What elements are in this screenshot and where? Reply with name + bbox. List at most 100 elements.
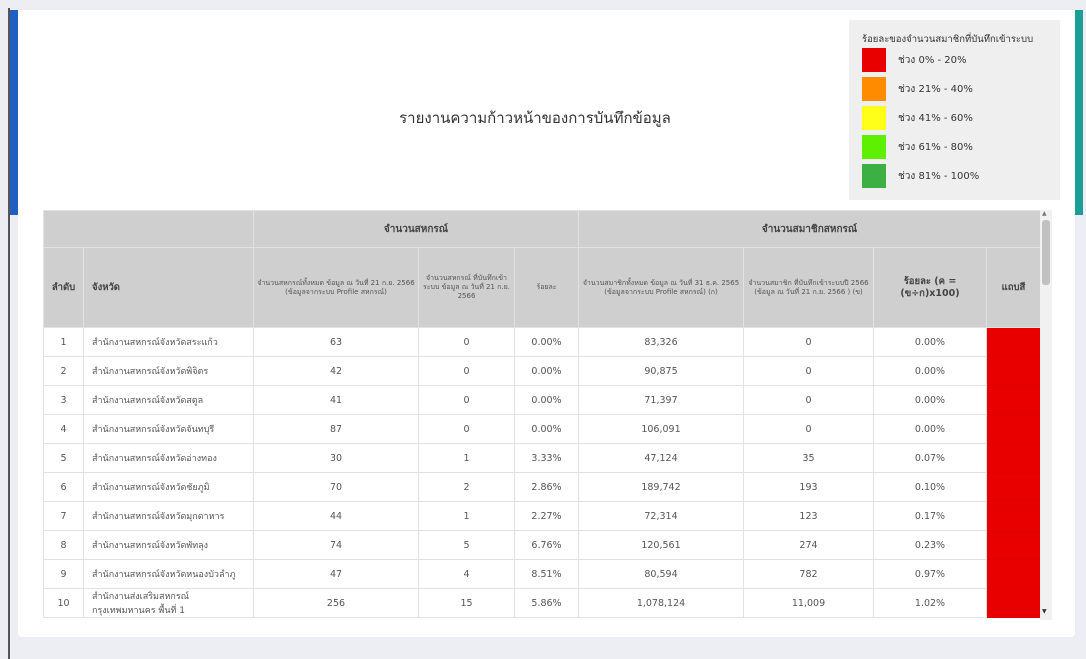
cell-color-bar	[986, 327, 1040, 357]
cell-province: สำนักงานสหกรณ์จังหวัดจันทบุรี	[83, 414, 254, 444]
cell-member-total: 1,078,124	[578, 588, 744, 618]
legend-swatch	[862, 77, 886, 101]
cell-province: สำนักงานสหกรณ์จังหวัดสตูล	[83, 385, 254, 415]
table-row: 7 สำนักงานสหกรณ์จังหวัดมุกดาหาร 44 1 2.27% 72…	[43, 501, 1040, 531]
cell-member-pct: 0.97%	[873, 559, 987, 589]
col-header-member-total[interactable]: จำนวนสมาชิกทั้งหมด ข้อมูล ณ วันที่ 31 ธ.…	[578, 247, 744, 328]
cell-no: 9	[43, 559, 84, 589]
col-header-coop-total[interactable]: จำนวนสหกรณ์ทั้งหมด ข้อมูล ณ วันที่ 21 ก.…	[253, 247, 419, 328]
cell-coop-total: 74	[253, 530, 419, 560]
table-row: 9 สำนักงานสหกรณ์จังหวัดหนองบัวลำภู 47 4 8.51…	[43, 559, 1040, 589]
cell-member-pct: 0.07%	[873, 443, 987, 473]
legend-label: ช่วง 0% - 20%	[898, 55, 967, 66]
cell-coop-recorded: 0	[418, 414, 515, 444]
cell-coop-total: 44	[253, 501, 419, 531]
cell-coop-recorded: 5	[418, 530, 515, 560]
window-top-band	[0, 0, 1086, 8]
legend-label: ช่วง 61% - 80%	[898, 142, 973, 153]
cell-coop-pct: 8.51%	[514, 559, 579, 589]
scrollbar-thumb[interactable]	[1042, 220, 1050, 285]
cell-coop-total: 256	[253, 588, 419, 618]
cell-color-bar	[986, 588, 1040, 618]
cell-coop-pct: 0.00%	[514, 356, 579, 386]
cell-coop-pct: 0.00%	[514, 414, 579, 444]
cell-coop-total: 87	[253, 414, 419, 444]
cell-member-pct: 0.00%	[873, 356, 987, 386]
cell-coop-recorded: 1	[418, 501, 515, 531]
cell-member-pct: 0.00%	[873, 385, 987, 415]
cell-member-recorded: 11,009	[743, 588, 874, 618]
cell-coop-recorded: 0	[418, 385, 515, 415]
cell-member-recorded: 0	[743, 385, 874, 415]
report-table: จำนวนสหกรณ์ จำนวนสมาชิกสหกรณ์ ลำดับ จังห…	[43, 210, 1040, 618]
cell-coop-pct: 0.00%	[514, 385, 579, 415]
cell-no: 5	[43, 443, 84, 473]
table-row: 10 สำนักงานส่งเสริมสหกรณ์ กรุงเทพมหานคร พ…	[43, 588, 1040, 618]
cell-coop-recorded: 1	[418, 443, 515, 473]
cell-no: 1	[43, 327, 84, 357]
cell-coop-total: 47	[253, 559, 419, 589]
cell-province: สำนักงานสหกรณ์จังหวัดหนองบัวลำภู	[83, 559, 254, 589]
cell-member-total: 71,397	[578, 385, 744, 415]
table-body: 1 สำนักงานสหกรณ์จังหวัดสระแก้ว 63 0 0.00% 83,…	[43, 327, 1040, 618]
cell-color-bar	[986, 443, 1040, 473]
cell-coop-pct: 2.86%	[514, 472, 579, 502]
col-header-coop-recorded[interactable]: จำนวนสหกรณ์ ที่บันทึกเข้าระบบ ข้อมูล ณ ว…	[418, 247, 515, 328]
cell-color-bar	[986, 385, 1040, 415]
cell-coop-total: 63	[253, 327, 419, 357]
table-row: 2 สำนักงานสหกรณ์จังหวัดพิจิตร 42 0 0.00% 90,8…	[43, 356, 1040, 386]
legend-swatch	[862, 135, 886, 159]
col-header-no[interactable]: ลำดับ	[43, 247, 84, 328]
table-row: 5 สำนักงานสหกรณ์จังหวัดอ่างทอง 30 1 3.33% 47,…	[43, 443, 1040, 473]
cell-member-recorded: 0	[743, 414, 874, 444]
group-header-coops: จำนวนสหกรณ์	[253, 210, 579, 248]
legend-label: ช่วง 21% - 40%	[898, 84, 973, 95]
cell-member-pct: 0.17%	[873, 501, 987, 531]
col-header-color[interactable]: แถบสี	[986, 247, 1040, 328]
col-header-province[interactable]: จังหวัด	[83, 247, 254, 328]
cell-no: 7	[43, 501, 84, 531]
cell-member-pct: 0.00%	[873, 327, 987, 357]
cell-province: สำนักงานสหกรณ์จังหวัดพัทลุง	[83, 530, 254, 560]
cell-coop-total: 41	[253, 385, 419, 415]
cell-coop-pct: 6.76%	[514, 530, 579, 560]
scroll-down-arrow-icon[interactable]: ▼	[1042, 609, 1047, 615]
legend-swatch	[862, 106, 886, 130]
cell-member-total: 47,124	[578, 443, 744, 473]
table-row: 6 สำนักงานสหกรณ์จังหวัดชัยภูมิ 70 2 2.86% 189…	[43, 472, 1040, 502]
cell-no: 6	[43, 472, 84, 502]
cell-province: สำนักงานสหกรณ์จังหวัดอ่างทอง	[83, 443, 254, 473]
column-header-row: ลำดับ จังหวัด จำนวนสหกรณ์ทั้งหมด ข้อมูล …	[43, 247, 1040, 328]
cell-member-total: 106,091	[578, 414, 744, 444]
cell-coop-recorded: 4	[418, 559, 515, 589]
legend-swatch	[862, 48, 886, 72]
group-header-empty	[43, 210, 254, 248]
col-header-member-pct[interactable]: ร้อยละ (ค = (ข÷ก)x100)	[873, 247, 987, 328]
table-row: 3 สำนักงานสหกรณ์จังหวัดสตูล 41 0 0.00% 71,397…	[43, 385, 1040, 415]
cell-color-bar	[986, 559, 1040, 589]
table-row: 4 สำนักงานสหกรณ์จังหวัดจันทบุรี 87 0 0.00% 10…	[43, 414, 1040, 444]
cell-coop-pct: 0.00%	[514, 327, 579, 357]
cell-province: สำนักงานสหกรณ์จังหวัดสระแก้ว	[83, 327, 254, 357]
cell-no: 3	[43, 385, 84, 415]
cell-province: สำนักงานสหกรณ์จังหวัดพิจิตร	[83, 356, 254, 386]
cell-coop-total: 30	[253, 443, 419, 473]
cell-member-pct: 0.23%	[873, 530, 987, 560]
col-header-coop-pct[interactable]: ร้อยละ	[514, 247, 579, 328]
cell-member-total: 80,594	[578, 559, 744, 589]
cell-no: 10	[43, 588, 84, 618]
report-table-container[interactable]: จำนวนสหกรณ์ จำนวนสมาชิกสหกรณ์ ลำดับ จังห…	[43, 210, 1040, 620]
cell-province: สำนักงานส่งเสริมสหกรณ์ กรุงเทพมหานคร พื้…	[83, 588, 254, 618]
cell-member-total: 90,875	[578, 356, 744, 386]
cell-coop-recorded: 15	[418, 588, 515, 618]
cell-member-total: 83,326	[578, 327, 744, 357]
cell-coop-recorded: 0	[418, 356, 515, 386]
cell-member-recorded: 0	[743, 356, 874, 386]
table-row: 8 สำนักงานสหกรณ์จังหวัดพัทลุง 74 5 6.76% 120,…	[43, 530, 1040, 560]
scroll-up-arrow-icon[interactable]: ▲	[1042, 211, 1047, 217]
legend-title: ร้อยละของจำนวนสมาชิกที่บันทึกเข้าระบบ	[862, 34, 1034, 45]
legend-swatch	[862, 164, 886, 188]
legend-label: ช่วง 81% - 100%	[898, 171, 980, 182]
col-header-member-recorded[interactable]: จำนวนสมาชิก ที่บันทึกเข้าระบบปี 2566 (ข้…	[743, 247, 874, 328]
legend-label: ช่วง 41% - 60%	[898, 113, 973, 124]
